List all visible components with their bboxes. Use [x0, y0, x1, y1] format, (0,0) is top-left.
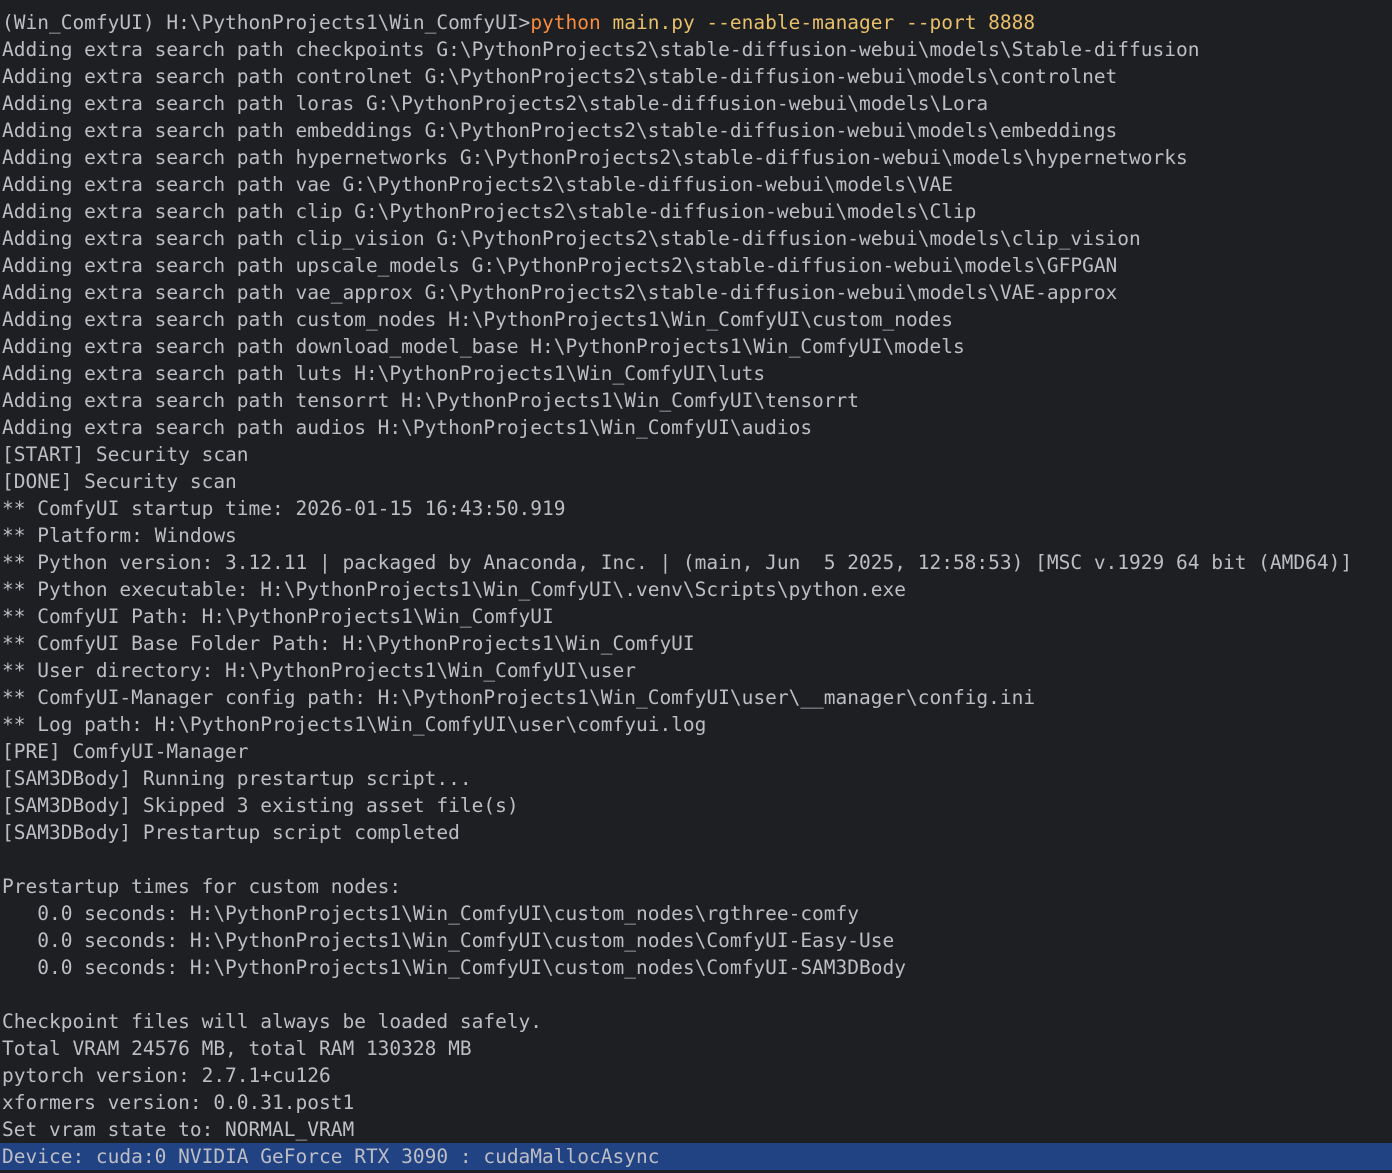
log-line: ** ComfyUI-Manager config path: H:\Pytho…	[2, 686, 1036, 709]
log-line: Prestartup times for custom nodes:	[2, 875, 402, 898]
log-line: ** ComfyUI Base Folder Path: H:\PythonPr…	[2, 632, 695, 655]
log-line: Adding extra search path tensorrt H:\Pyt…	[2, 389, 860, 412]
log-line: xformers version: 0.0.31.post1	[2, 1091, 355, 1114]
log-line: [SAM3DBody] Skipped 3 existing asset fil…	[2, 794, 519, 817]
log-line: Adding extra search path vae_approx G:\P…	[2, 281, 1118, 304]
log-line: Adding extra search path embeddings G:\P…	[2, 119, 1118, 142]
log-line: [START] Security scan	[2, 443, 249, 466]
log-line: ** Platform: Windows	[2, 524, 237, 547]
log-line: ** ComfyUI Path: H:\PythonProjects1\Win_…	[2, 605, 554, 628]
log-line: 0.0 seconds: H:\PythonProjects1\Win_Comf…	[2, 902, 860, 925]
log-line: [SAM3DBody] Prestartup script completed	[2, 821, 460, 844]
log-line: 0.0 seconds: H:\PythonProjects1\Win_Comf…	[2, 929, 895, 952]
log-line: ** ComfyUI startup time: 2026-01-15 16:4…	[2, 497, 566, 520]
log-line: Checkpoint files will always be loaded s…	[2, 1010, 543, 1033]
log-line: Adding extra search path download_model_…	[2, 335, 965, 358]
log-line: Adding extra search path clip G:\PythonP…	[2, 200, 977, 223]
terminal-output[interactable]: (Win_ComfyUI) H:\PythonProjects1\Win_Com…	[0, 0, 1392, 1173]
log-line: Adding extra search path upscale_models …	[2, 254, 1118, 277]
log-line: Adding extra search path custom_nodes H:…	[2, 308, 953, 331]
log-line: Adding extra search path controlnet G:\P…	[2, 65, 1118, 88]
log-line: ** User directory: H:\PythonProjects1\Wi…	[2, 659, 636, 682]
log-line: ** Python executable: H:\PythonProjects1…	[2, 578, 906, 601]
log-line: 0.0 seconds: H:\PythonProjects1\Win_Comf…	[2, 956, 906, 979]
prompt-line: (Win_ComfyUI) H:\PythonProjects1\Win_Com…	[0, 9, 1392, 36]
prompt-env: (Win_ComfyUI) H:\PythonProjects1\Win_Com…	[2, 11, 531, 34]
log-line: Adding extra search path vae G:\PythonPr…	[2, 173, 953, 196]
log-line: Adding extra search path checkpoints G:\…	[2, 38, 1200, 61]
log-line: Adding extra search path audios H:\Pytho…	[2, 416, 813, 439]
log-line: [SAM3DBody] Running prestartup script...	[2, 767, 472, 790]
log-line: [DONE] Security scan	[2, 470, 237, 493]
log-line: ** Log path: H:\PythonProjects1\Win_Comf…	[2, 713, 707, 736]
log-line: Adding extra search path loras G:\Python…	[2, 92, 989, 115]
log-line: Adding extra search path hypernetworks G…	[2, 146, 1188, 169]
log-line: [PRE] ComfyUI-Manager	[2, 740, 249, 763]
log-line: Total VRAM 24576 MB, total RAM 130328 MB	[2, 1037, 472, 1060]
log-line: Adding extra search path luts H:\PythonP…	[2, 362, 766, 385]
log-line: Adding extra search path clip_vision G:\…	[2, 227, 1141, 250]
log-line: Set vram state to: NORMAL_VRAM	[2, 1118, 355, 1141]
prompt-arguments: main.py --enable-manager --port 8888	[600, 11, 1036, 34]
log-line: pytorch version: 2.7.1+cu126	[2, 1064, 331, 1087]
selected-log-line[interactable]: Device: cuda:0 NVIDIA GeForce RTX 3090 :…	[0, 1143, 1392, 1170]
prompt-command: python	[530, 11, 601, 34]
log-line: ** Python version: 3.12.11 | packaged by…	[2, 551, 1353, 574]
